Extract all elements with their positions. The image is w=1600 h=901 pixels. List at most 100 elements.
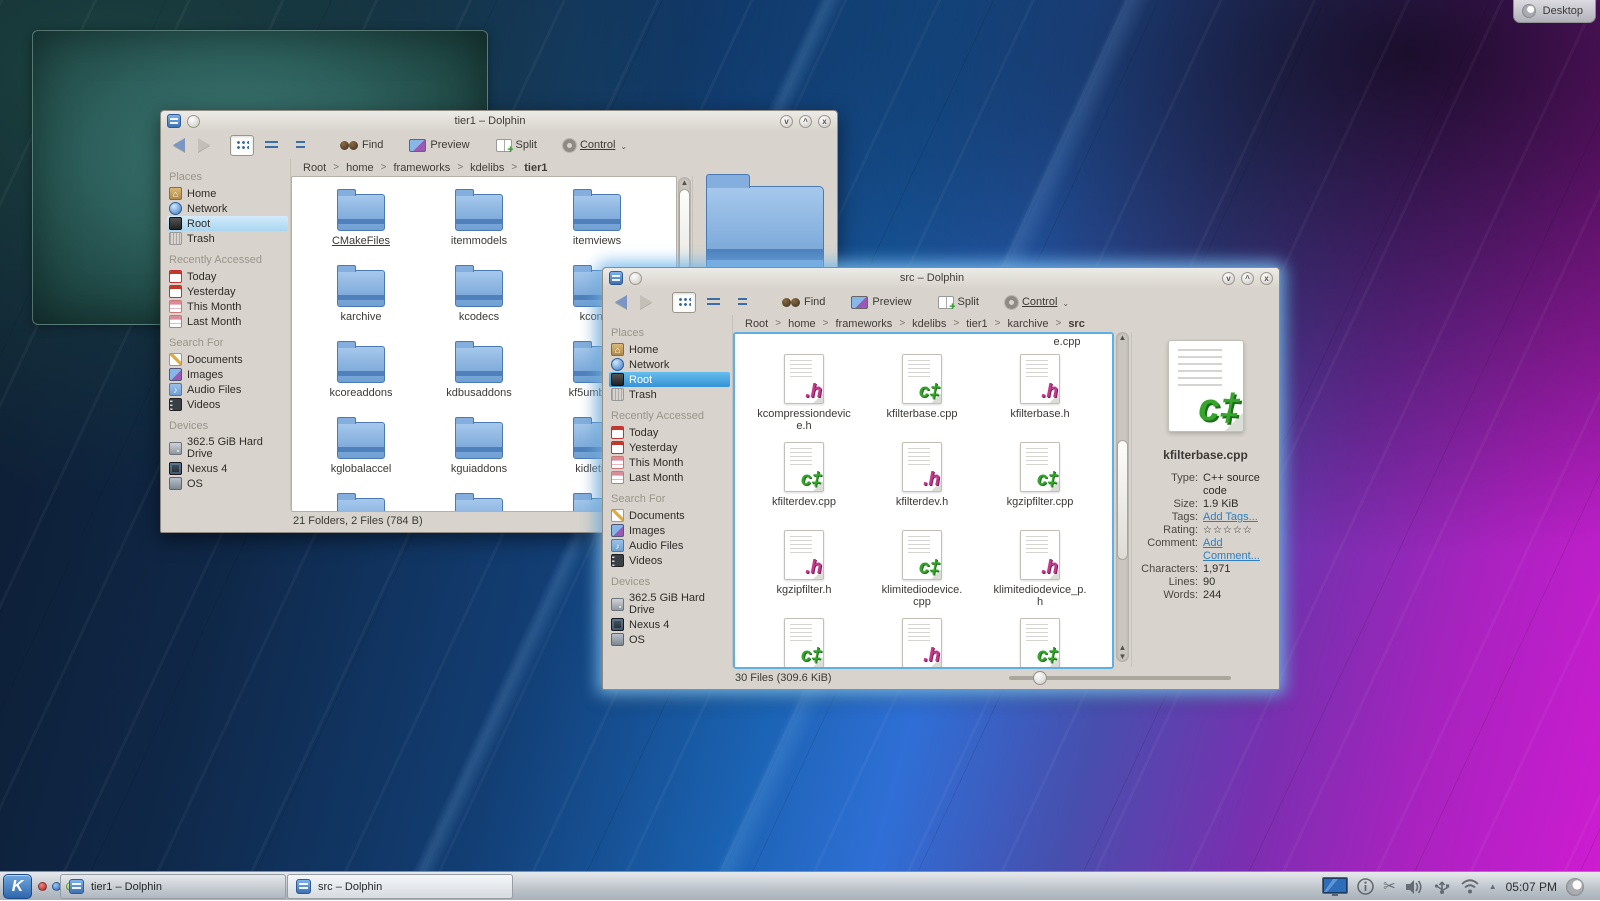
breadcrumb-item[interactable]: frameworks xyxy=(835,318,892,330)
control-button[interactable]: Control⌄ xyxy=(559,137,631,154)
sidebar-item-audio-files[interactable]: ♪Audio Files xyxy=(609,538,730,553)
window-menu-button[interactable] xyxy=(187,115,200,128)
breadcrumb-item[interactable]: src xyxy=(1068,318,1085,330)
sidebar-item-trash[interactable]: Trash xyxy=(609,387,730,402)
sidebar-item-home[interactable]: ⌂Home xyxy=(609,342,730,357)
file-item-itemmodels[interactable]: itemmodels xyxy=(420,181,538,257)
desktop-toolbox-button[interactable]: Desktop xyxy=(1513,0,1596,23)
sidebar-item-documents[interactable]: Documents xyxy=(609,508,730,523)
breadcrumb-item[interactable]: tier1 xyxy=(524,162,547,174)
zoom-slider-handle[interactable] xyxy=(1033,671,1047,685)
file-item-kgzipfilter.cpp[interactable]: kgzipfilter.cpp xyxy=(981,436,1099,524)
compact-view-button[interactable] xyxy=(259,135,283,156)
sidebar-item-videos[interactable]: Videos xyxy=(609,553,730,568)
file-item-itemviews[interactable]: itemviews xyxy=(538,181,656,257)
sidebar-item-last-month[interactable]: Last Month xyxy=(167,314,288,329)
details-view-button[interactable] xyxy=(288,135,312,156)
zoom-slider[interactable] xyxy=(1009,676,1231,680)
split-button[interactable]: Split xyxy=(934,294,983,311)
icons-view-button[interactable] xyxy=(672,292,696,313)
sidebar-item-last-month[interactable]: Last Month xyxy=(609,470,730,485)
file-item-ktar.cpp[interactable]: ktar.cpp xyxy=(981,612,1099,669)
display-settings-icon[interactable] xyxy=(1322,877,1348,896)
scroll-down-icon[interactable]: ▼ xyxy=(1116,652,1129,661)
back-button[interactable] xyxy=(169,136,189,154)
sidebar-item-os[interactable]: OS xyxy=(609,632,730,647)
sidebar-item-images[interactable]: Images xyxy=(609,523,730,538)
sidebar-item-images[interactable]: Images xyxy=(167,367,288,382)
sidebar-item-yesterday[interactable]: Yesterday xyxy=(167,284,288,299)
file-item-klimitediodevice_p.h[interactable]: klimitediodevice_p. h xyxy=(981,524,1099,612)
preview-button[interactable]: Preview xyxy=(405,137,473,154)
dolphin-app-icon[interactable] xyxy=(609,271,623,285)
file-item-kcoreaddons[interactable]: kcoreaddons xyxy=(302,333,420,409)
file-item-kfilterdev.h[interactable]: kfilterdev.h xyxy=(863,436,981,524)
info-notifications-icon[interactable] xyxy=(1357,878,1374,895)
scroll-up-icon[interactable]: ▲ xyxy=(678,178,691,187)
scroll-up-icon[interactable]: ▲ xyxy=(1116,643,1129,652)
scrollbar-thumb[interactable] xyxy=(1117,440,1128,560)
sidebar-item-this-month[interactable]: This Month xyxy=(167,299,288,314)
file-item-CMakeFiles[interactable]: CMakeFiles xyxy=(302,181,420,257)
breadcrumb-item[interactable]: frameworks xyxy=(393,162,450,174)
close-button[interactable]: x xyxy=(1260,272,1273,285)
forward-button[interactable] xyxy=(636,293,656,311)
sidebar-item-root[interactable]: Root xyxy=(167,216,288,231)
sidebar-item-trash[interactable]: Trash xyxy=(167,231,288,246)
file-item-kfilterbase.cpp[interactable]: kfilterbase.cpp xyxy=(863,348,981,436)
breadcrumb-item[interactable]: Root xyxy=(303,162,326,174)
dolphin-app-icon[interactable] xyxy=(167,114,181,128)
sidebar-item-this-month[interactable]: This Month xyxy=(609,455,730,470)
sidebar-item-362-5-gib-hard-drive[interactable]: 362.5 GiB Hard Drive xyxy=(609,591,730,617)
file-item-kcodecs[interactable]: kcodecs xyxy=(420,257,538,333)
tray-expander-arrow-icon[interactable]: ▲ xyxy=(1489,882,1497,891)
sidebar-item-today[interactable]: Today xyxy=(609,425,730,440)
file-item-knonefilter.h[interactable]: knonefilter.h xyxy=(863,612,981,669)
file-item[interactable] xyxy=(302,485,420,512)
scroll-up-icon[interactable]: ▲ xyxy=(1116,333,1129,342)
folder-view[interactable]: e.cpp kcompressiondevic e.hkfilterbase.c… xyxy=(733,332,1114,669)
sidebar-item-362-5-gib-hard-drive[interactable]: 362.5 GiB Hard Drive xyxy=(167,435,288,461)
sidebar-item-yesterday[interactable]: Yesterday xyxy=(609,440,730,455)
breadcrumb-item[interactable]: kdelibs xyxy=(470,162,504,174)
back-button[interactable] xyxy=(611,293,631,311)
breadcrumb-item[interactable]: tier1 xyxy=(966,318,987,330)
sidebar-item-network[interactable]: Network xyxy=(167,201,288,216)
titlebar[interactable]: tier1 – Dolphin v ^ x xyxy=(161,111,837,131)
file-item-klimitediodevice.cpp[interactable]: klimitediodevice. cpp xyxy=(863,524,981,612)
sidebar-item-today[interactable]: Today xyxy=(167,269,288,284)
sidebar-item-videos[interactable]: Videos xyxy=(167,397,288,412)
maximize-button[interactable]: ^ xyxy=(1241,272,1254,285)
file-item-kdbusaddons[interactable]: kdbusaddons xyxy=(420,333,538,409)
details-view-button[interactable] xyxy=(730,292,754,313)
compact-view-button[interactable] xyxy=(701,292,725,313)
file-item-knonefilter.cpp[interactable]: knonefilter.cpp xyxy=(745,612,863,669)
sidebar-item-root[interactable]: Root xyxy=(609,372,730,387)
file-item-karchive[interactable]: karchive xyxy=(302,257,420,333)
find-button[interactable]: Find xyxy=(336,137,387,153)
minimize-button[interactable]: v xyxy=(780,115,793,128)
control-button[interactable]: Control⌄ xyxy=(1001,294,1073,311)
taskbar-task-src[interactable]: src – Dolphin xyxy=(287,874,513,899)
taskbar-task-tier1[interactable]: tier1 – Dolphin xyxy=(60,874,286,899)
breadcrumb-item[interactable]: home xyxy=(788,318,816,330)
file-item-kcompressiondevice.h[interactable]: kcompressiondevic e.h xyxy=(745,348,863,436)
file-item-kglobalaccel[interactable]: kglobalaccel xyxy=(302,409,420,485)
close-button[interactable]: x xyxy=(818,115,831,128)
breadcrumb-item[interactable]: Root xyxy=(745,318,768,330)
info-row-link[interactable]: Add Tags... xyxy=(1203,511,1258,524)
forward-button[interactable] xyxy=(194,136,214,154)
maximize-button[interactable]: ^ xyxy=(799,115,812,128)
sidebar-item-nexus-4[interactable]: Nexus 4 xyxy=(609,617,730,632)
breadcrumb-item[interactable]: kdelibs xyxy=(912,318,946,330)
panel-cashew-icon[interactable] xyxy=(1566,878,1584,896)
pager-dot-red-icon[interactable] xyxy=(38,882,47,891)
sidebar-item-documents[interactable]: Documents xyxy=(167,352,288,367)
sidebar-item-nexus-4[interactable]: Nexus 4 xyxy=(167,461,288,476)
file-item-kguiaddons[interactable]: kguiaddons xyxy=(420,409,538,485)
sidebar-item-audio-files[interactable]: ♪Audio Files xyxy=(167,382,288,397)
split-button[interactable]: Split xyxy=(492,137,541,154)
partial-file-label[interactable]: e.cpp xyxy=(1017,336,1114,348)
vertical-scrollbar[interactable]: ▲ ▲ ▼ xyxy=(1116,332,1129,662)
file-item-kfilterdev.cpp[interactable]: kfilterdev.cpp xyxy=(745,436,863,524)
